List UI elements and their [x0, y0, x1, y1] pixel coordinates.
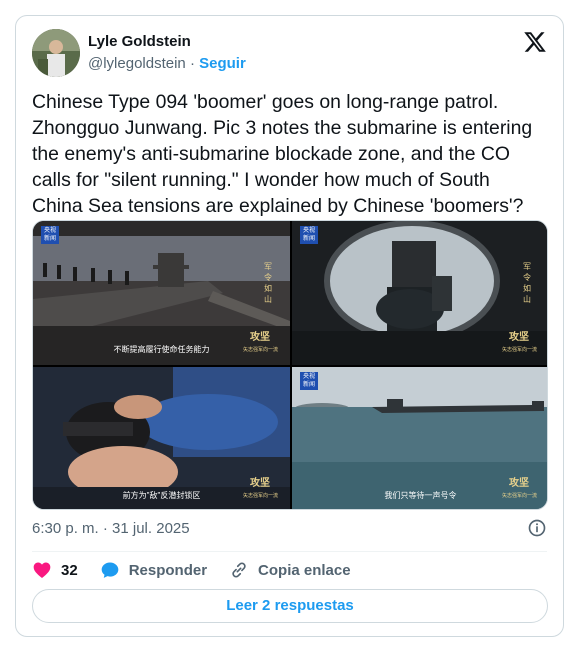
avatar[interactable]	[32, 29, 80, 77]
periscope-image	[292, 221, 547, 365]
separator-dot: ·	[189, 55, 195, 72]
x-logo-icon[interactable]	[523, 30, 547, 54]
info-icon[interactable]	[527, 518, 547, 538]
vertical-text: 军令如山	[523, 262, 531, 304]
stamp-text: 攻坚	[509, 478, 529, 489]
subtitle: 我们只等待一声号令	[384, 491, 457, 500]
reply-label: Responder	[128, 561, 208, 579]
divider	[32, 551, 547, 552]
reply-button[interactable]: Responder	[100, 560, 207, 580]
media-grid[interactable]: 央视 新闻 军令如山 攻坚 矢志强军向一流 不断提高履行使命任务能力 央视 新闻 军…	[32, 220, 548, 510]
subtitle: 不断提高履行使命任务能力	[113, 345, 210, 354]
link-icon	[232, 562, 246, 578]
avatar-image	[32, 29, 80, 77]
tweet-timestamp[interactable]: 6:30 p. m. · 31 jul. 2025	[32, 520, 190, 537]
copy-link-label: Copia enlace	[258, 561, 351, 579]
author-name[interactable]: Lyle Goldstein	[88, 33, 191, 50]
media-image-4[interactable]: 央视 新闻 攻坚 矢志强军向一流 我们只等待一声号令	[292, 367, 547, 509]
heart-icon	[33, 562, 51, 578]
media-image-1[interactable]: 央视 新闻 军令如山 攻坚 矢志强军向一流 不断提高履行使命任务能力	[33, 221, 290, 365]
cctv-logo: 央视 新闻	[300, 226, 318, 244]
cctv-logo: 央视 新闻	[41, 226, 59, 244]
author-handle-row: @lylegoldstein · Seguir	[88, 55, 246, 72]
vertical-text: 军令如山	[264, 262, 272, 304]
tweet-card: Lyle Goldstein @lylegoldstein · Seguir C…	[15, 15, 564, 637]
subtitle: 前方为"敌"反潜封锁区	[122, 491, 201, 500]
stamp-text: 攻坚	[509, 332, 529, 343]
reply-bubble-icon	[101, 562, 119, 578]
cctv-logo: 央视 新闻	[300, 372, 318, 390]
author-handle[interactable]: @lylegoldstein	[88, 55, 186, 72]
like-count: 32	[61, 561, 78, 579]
action-bar: 32 Responder Copia enlace	[32, 559, 373, 581]
media-image-3[interactable]: 攻坚 矢志强军向一流 前方为"敌"反潜封锁区	[33, 367, 290, 509]
copy-link-button[interactable]: Copia enlace	[229, 560, 351, 580]
media-image-2[interactable]: 央视 新闻 军令如山 攻坚 矢志强军向一流	[292, 221, 547, 365]
tweet-text: Chinese Type 094 'boomer' goes on long-r…	[32, 91, 533, 217]
like-button[interactable]: 32	[32, 560, 78, 580]
stamp-subtext: 矢志强军向一流	[501, 347, 537, 353]
stamp-text: 攻坚	[250, 332, 270, 343]
stamp-text: 攻坚	[250, 478, 270, 489]
read-replies-button[interactable]: Leer 2 respuestas	[32, 589, 548, 623]
follow-button[interactable]: Seguir	[199, 55, 246, 72]
